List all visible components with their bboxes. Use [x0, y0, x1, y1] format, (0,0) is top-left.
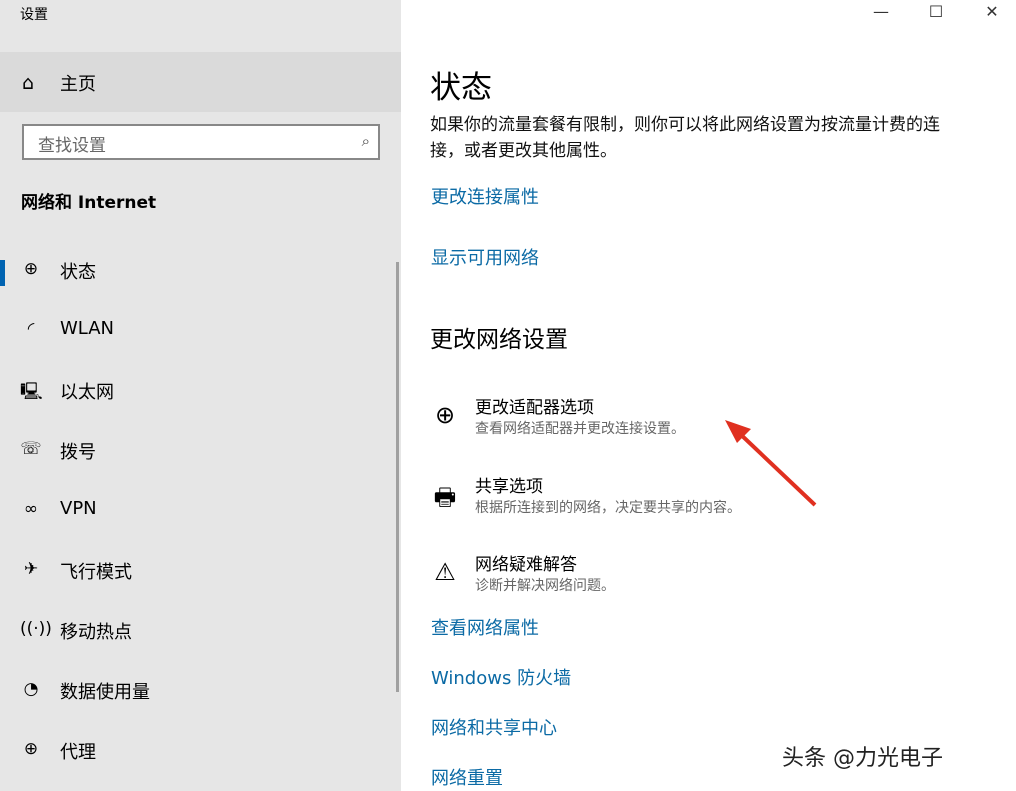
scrollbar[interactable] — [396, 262, 399, 692]
annotation-arrow — [715, 415, 825, 515]
sidebar-item-label: 拨号 — [60, 438, 96, 464]
adapter-icon: ⊕ — [428, 401, 462, 429]
sidebar-item-2[interactable]: 🖳 以太网 — [0, 367, 390, 417]
hotspot-icon: ((·)) — [20, 619, 42, 639]
sidebar: 设置 ⌂ 主页 查找设置 ⌕ 网络和 Internet ⊕ 状态 ◜ WLAN 🖳 以太网… — [0, 0, 401, 791]
option-2[interactable]: ⚠ 网络疑难解答诊断并解决网络问题。 — [428, 550, 848, 600]
sidebar-item-label: WLAN — [60, 318, 114, 339]
option-subtitle: 查看网络适配器并更改连接设置。 — [475, 418, 685, 438]
home-icon: ⌂ — [22, 72, 34, 94]
option-title: 共享选项 — [475, 472, 543, 497]
option-title: 网络疑难解答 — [475, 550, 577, 575]
sidebar-item-label: 以太网 — [60, 378, 114, 404]
description: 如果你的流量套餐有限制，则你可以将此网络设置为按流量计费的连接，或者更改其他属性… — [430, 112, 950, 164]
sidebar-item-label: 状态 — [60, 258, 96, 284]
link-change-connection-properties[interactable]: 更改连接属性 — [431, 183, 539, 209]
search-input[interactable]: 查找设置 ⌕ — [22, 124, 380, 160]
globe-monitor-icon: ⊕ — [20, 259, 42, 279]
sidebar-item-label: 移动热点 — [60, 618, 132, 644]
sidebar-item-label: 飞行模式 — [60, 558, 132, 584]
globe-icon: ⊕ — [20, 739, 42, 759]
search-icon[interactable]: ⌕ — [362, 132, 370, 150]
option-subtitle: 根据所连接到的网络，决定要共享的内容。 — [475, 497, 741, 517]
link-show-available-networks[interactable]: 显示可用网络 — [431, 244, 539, 270]
section-title: 更改网络设置 — [430, 320, 568, 354]
sidebar-item-3[interactable]: ☏ 拨号 — [0, 427, 390, 477]
sidebar-item-5[interactable]: ✈ 飞行模式 — [0, 547, 390, 597]
maximize-button[interactable]: ☐ — [916, 2, 956, 21]
phone-icon: ☏ — [20, 439, 42, 459]
link-network-reset[interactable]: 网络重置 — [431, 764, 503, 790]
ethernet-icon: 🖳 — [20, 379, 42, 408]
app-title: 设置 — [20, 4, 48, 24]
warning-icon: ⚠ — [428, 558, 462, 586]
option-title: 更改适配器选项 — [475, 393, 594, 418]
page-title: 状态 — [430, 62, 492, 107]
link-windows-firewall[interactable]: Windows 防火墙 — [431, 664, 571, 690]
data-usage-icon: ◔ — [20, 679, 42, 699]
section-heading: 网络和 Internet — [21, 188, 156, 213]
sidebar-item-8[interactable]: ⊕ 代理 — [0, 727, 390, 777]
link-network-sharing-center[interactable]: 网络和共享中心 — [431, 714, 557, 740]
sidebar-item-4[interactable]: ∞ VPN — [0, 487, 390, 537]
sidebar-item-label: 代理 — [60, 738, 96, 764]
sharing-icon: 🖶 — [428, 480, 462, 521]
option-subtitle: 诊断并解决网络问题。 — [475, 575, 615, 595]
sidebar-home[interactable]: ⌂ 主页 — [0, 52, 401, 112]
sidebar-item-0[interactable]: ⊕ 状态 — [0, 247, 390, 297]
watermark: 头条 @力光电子 — [782, 740, 943, 772]
sidebar-item-label: VPN — [60, 498, 97, 519]
minimize-button[interactable]: — — [861, 2, 901, 21]
sidebar-item-7[interactable]: ◔ 数据使用量 — [0, 667, 390, 717]
sidebar-item-6[interactable]: ((·)) 移动热点 — [0, 607, 390, 657]
sidebar-item-1[interactable]: ◜ WLAN — [0, 307, 390, 357]
search-placeholder: 查找设置 — [38, 131, 106, 156]
wifi-icon: ◜ — [20, 319, 42, 339]
sidebar-item-label: 数据使用量 — [60, 678, 150, 704]
active-indicator — [0, 260, 5, 286]
home-label: 主页 — [60, 70, 96, 96]
link-view-network-properties[interactable]: 查看网络属性 — [431, 614, 539, 640]
airplane-icon: ✈ — [20, 559, 42, 579]
close-button[interactable]: ✕ — [972, 2, 1012, 21]
vpn-icon: ∞ — [20, 499, 42, 519]
